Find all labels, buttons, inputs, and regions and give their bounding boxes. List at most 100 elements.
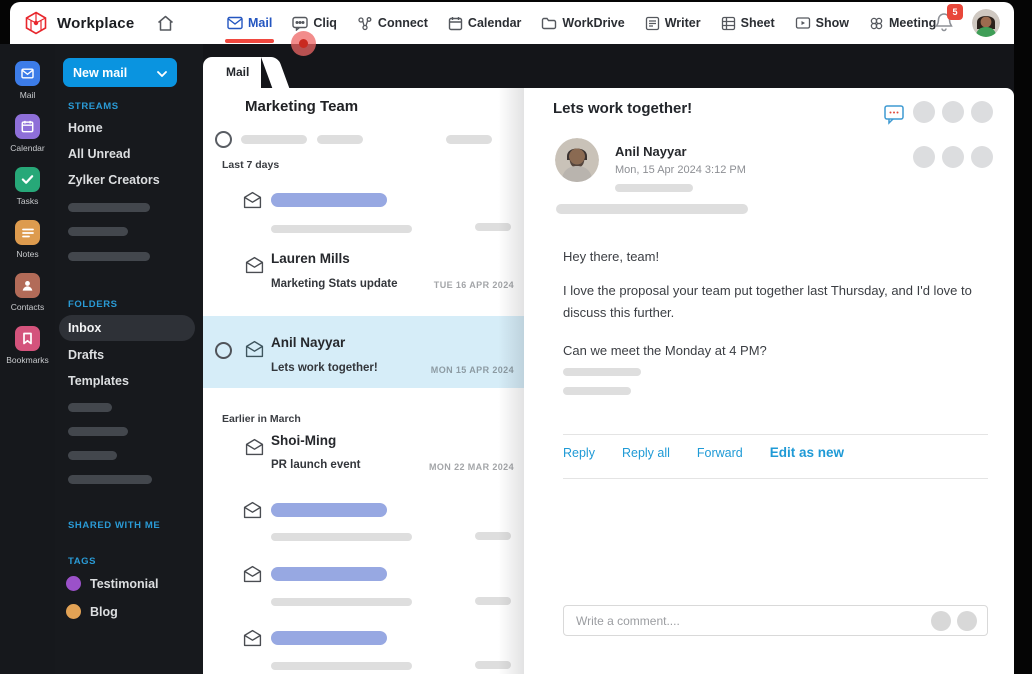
bookmarks-app-icon (15, 326, 40, 351)
mail-subject: Marketing Stats update (271, 278, 398, 290)
sidebar-item-templates[interactable]: Templates (68, 374, 129, 388)
nav-item-sheet[interactable]: Sheet (721, 2, 775, 44)
sidebar-item-zylker-creators[interactable]: Zylker Creators (68, 173, 160, 187)
action-circle-button[interactable] (971, 101, 993, 123)
sidebar-placeholder-bar (68, 475, 152, 484)
nav-label: Mail (248, 16, 273, 30)
mail-list-item-selected[interactable]: Anil Nayyar Lets work together! MON 15 A… (203, 316, 524, 388)
nav-label: Cliq (313, 16, 337, 30)
date-placeholder (475, 532, 511, 540)
sent-datetime: Mon, 15 Apr 2024 3:12 PM (615, 164, 746, 176)
rail-label: Notes (16, 249, 39, 259)
nav-item-calendar[interactable]: Calendar (448, 2, 522, 44)
new-mail-button[interactable]: New mail (63, 58, 177, 87)
rail-item-calendar[interactable]: Calendar (0, 114, 55, 153)
mail-checkbox[interactable] (215, 342, 232, 359)
header-placeholder-bar (556, 204, 748, 214)
mail-sender: Anil Nayyar (271, 335, 346, 350)
tag-item-testimonial[interactable]: Testimonial (66, 576, 159, 591)
rail-label: Calendar (10, 143, 45, 153)
date-placeholder (475, 223, 511, 231)
rail-item-mail[interactable]: Mail (0, 61, 55, 100)
divider (563, 434, 988, 435)
tag-label: Blog (90, 604, 118, 619)
unread-sender-placeholder (271, 567, 387, 581)
nav-item-workdrive[interactable]: WorkDrive (541, 2, 625, 44)
action-circle-button[interactable] (913, 146, 935, 168)
tab-mail-label: Mail (226, 65, 250, 79)
calendar-icon (448, 16, 463, 31)
tag-label: Testimonial (90, 576, 159, 591)
sheet-icon (721, 16, 736, 31)
mail-subject: Lets work together! (271, 362, 378, 374)
forward-link[interactable]: Forward (697, 446, 743, 460)
select-all-checkbox[interactable] (215, 131, 232, 148)
unread-sender-placeholder (271, 503, 387, 517)
group-label-earlier: Earlier in March (222, 413, 301, 425)
envelope-icon (243, 191, 262, 209)
tag-item-blog[interactable]: Blog (66, 604, 118, 619)
home-icon[interactable] (156, 14, 175, 33)
comment-input[interactable] (564, 613, 931, 628)
reply-all-link[interactable]: Reply all (622, 446, 670, 460)
topbar-right: 5 (934, 2, 1000, 44)
top-bar: Workplace Mail Cliq Connect Calendar Wor… (10, 2, 1014, 44)
comment-circle-button[interactable] (931, 610, 951, 631)
writer-icon (645, 16, 660, 31)
comment-bubble-icon[interactable] (882, 102, 906, 131)
sidebar-item-inbox-selected[interactable]: Inbox (59, 315, 195, 341)
sidebar-placeholder-bar (68, 227, 128, 236)
workdrive-icon (541, 16, 557, 30)
message-action-icons (913, 146, 993, 168)
mail-date: TUE 16 APR 2024 (433, 280, 514, 290)
message-body: Hey there, team! I love the proposal you… (563, 246, 973, 362)
date-placeholder (475, 661, 511, 669)
mail-list: Marketing Team Last 7 days Lauren Mills … (203, 88, 524, 674)
action-circle-button[interactable] (913, 101, 935, 123)
envelope-icon (245, 340, 264, 358)
reading-pane: Lets work together! Anil Nayyar Mon, 15 … (524, 88, 1014, 674)
chevron-down-icon (157, 66, 167, 80)
mail-list-item[interactable] (203, 426, 524, 496)
mail-panel: Marketing Team Last 7 days Lauren Mills … (203, 88, 1014, 674)
nav-item-meeting[interactable]: Meeting (869, 2, 936, 44)
sidebar-placeholder-bar (68, 203, 150, 212)
nav-item-mail[interactable]: Mail (224, 2, 275, 44)
comment-circle-button[interactable] (957, 610, 977, 631)
action-circle-button[interactable] (971, 146, 993, 168)
rail-item-bookmarks[interactable]: Bookmarks (0, 326, 55, 365)
rail-item-tasks[interactable]: Tasks (0, 167, 55, 206)
edit-as-new-link[interactable]: Edit as new (770, 445, 844, 460)
app-rail: Mail Calendar Tasks Notes Contacts Bookm… (0, 44, 55, 674)
brand-name: Workplace (57, 14, 135, 32)
subject-placeholder (271, 225, 412, 233)
nav-item-connect[interactable]: Connect (357, 2, 428, 44)
user-avatar[interactable] (972, 9, 1000, 37)
sidebar-placeholder-bar (68, 451, 117, 460)
recipient-placeholder-bar (615, 184, 693, 192)
folders-section-label: FOLDERS (68, 299, 118, 310)
subject-placeholder (271, 598, 412, 606)
body-paragraph: Can we meet the Monday at 4 PM? (563, 343, 767, 358)
nav-item-show[interactable]: Show (795, 2, 849, 44)
rail-item-notes[interactable]: Notes (0, 220, 55, 259)
nav-item-writer[interactable]: Writer (645, 2, 701, 44)
rail-item-contacts[interactable]: Contacts (0, 273, 55, 312)
tasks-app-icon (15, 167, 40, 192)
action-circle-button[interactable] (942, 101, 964, 123)
sidebar-item-home[interactable]: Home (68, 121, 103, 135)
nav-label: Show (815, 16, 849, 30)
sidebar-item-drafts[interactable]: Drafts (68, 348, 104, 362)
notifications-bell-icon[interactable]: 5 (934, 4, 963, 35)
action-circle-button[interactable] (942, 146, 964, 168)
sidebar-item-all-unread[interactable]: All Unread (68, 147, 131, 161)
shared-section-label: SHARED WITH ME (68, 520, 161, 531)
calendar-app-icon (15, 114, 40, 139)
streams-section-label: STREAMS (68, 101, 119, 112)
reply-link[interactable]: Reply (563, 446, 595, 460)
tag-color-dot (66, 604, 81, 619)
tags-section-label: TAGS (68, 556, 97, 567)
nav-label: Calendar (467, 16, 522, 30)
subject-placeholder (271, 533, 412, 541)
sender-name: Anil Nayyar (615, 144, 687, 159)
